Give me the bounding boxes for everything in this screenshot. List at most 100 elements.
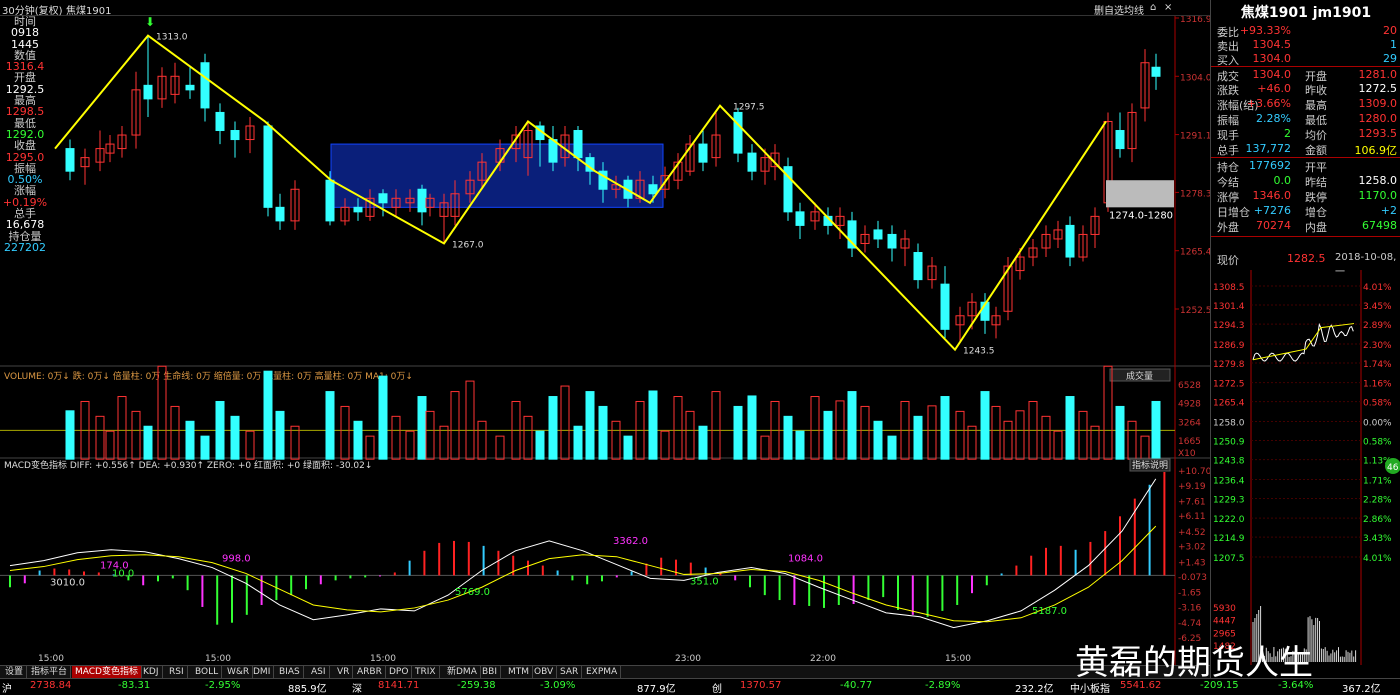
kline-chart[interactable]: 1316.9 1304.0 1291.1 1278.3 1265.4 1252.5 1313… [0,16,1210,665]
quote-row: 持仓 177692 开平 [1215,159,1399,173]
mini-price-line [1253,324,1353,361]
volume-bar [649,391,657,459]
quote-cell: 2 [1284,127,1291,140]
candle-body [379,194,387,203]
mini-pct-label: 3.45% [1363,302,1392,312]
time-tick-label: 22:00 [810,654,836,664]
candle-body [354,207,362,212]
mini-price-label: 1272.5 [1213,380,1245,390]
mini-pct-label: 0.58% [1363,399,1392,409]
mini-pct-label: 2.86% [1363,515,1392,525]
intraday-minichart[interactable]: 1308.5 4.01% 1301.4 3.45% 1294.3 2.89% 1286.9 2… [1211,270,1400,665]
quote-cell: 1258.0 [1359,174,1398,187]
mini-pct-label: 4.01% [1363,554,1392,564]
mini-price-label: 1308.5 [1213,283,1245,293]
status-item: -2.95% [205,680,240,691]
status-item: -83.31 [118,680,150,691]
quote-cell: 20 [1383,24,1397,37]
macd-tick-label: +4.52 [1178,528,1206,538]
volume-bar [171,406,179,459]
mini-price-label: 1222.0 [1213,515,1245,525]
watermark-text: 黄磊的期货人生 [1075,635,1313,684]
macd-tick-label: +9.19 [1178,482,1206,492]
volume-bar [466,381,474,459]
quote-cell: 总手 [1217,142,1239,158]
volume-bar [246,431,254,459]
volume-bar [748,396,756,459]
status-item: 367.2亿 [1342,680,1381,695]
volume-bar [784,416,792,459]
volume-bar [848,392,856,460]
volume-tick-label: 1665 [1178,437,1201,447]
quote-cell: 最低 [1305,112,1327,128]
status-item: 885.9亿 [288,680,327,695]
divider [1211,66,1400,67]
quote-cell: 均价 [1305,127,1327,143]
quote-row: 振幅 2.28% 最低 1280.0 [1215,112,1399,126]
quote-cell: 1280.0 [1359,112,1398,125]
mini-vol-label: 5930 [1213,604,1236,614]
candle-body [1152,67,1160,76]
status-item: 232.2亿 [1015,680,1054,695]
quote-cell: 昨结 [1305,174,1327,190]
remove-favorite-button[interactable]: 删自选 [1094,2,1124,17]
volume-button: 成交量 [1126,370,1153,382]
candle-body [144,85,152,99]
macd-diff-line [10,479,1156,628]
candle-body [699,144,707,162]
quote-row: 涨跌 +46.0 昨收 1272.5 [1215,82,1399,96]
macd-label: 5769.0 [455,587,490,598]
quote-cell: 1272.5 [1359,82,1398,95]
volume-bar [1054,431,1062,459]
price-tick-label: 1304.0 [1180,73,1210,83]
quote-cell: 29 [1383,52,1397,65]
quote-cell: 现手 [1217,127,1239,143]
volume-bar [956,411,964,459]
quote-cell: 67498 [1362,219,1397,232]
volume-bar [186,421,194,459]
quote-cell: 137,772 [1246,142,1292,155]
volume-bar [549,397,557,460]
mini-pct-label: 0.00% [1363,419,1392,429]
volume-tick-label: X10 [1178,449,1196,459]
quote-cell: 1304.0 [1253,52,1292,65]
candle-body [264,126,272,207]
volume-bar [440,426,448,459]
close-icon[interactable]: × [1164,2,1172,13]
volume-bar [524,416,532,459]
macd-label: 998.0 [222,554,251,565]
volume-bar [392,416,400,459]
quote-cell: 昨收 [1305,82,1327,98]
candle-body [941,284,949,329]
volume-bar [661,431,669,459]
quote-cell: 177692 [1249,159,1291,172]
mini-price-label: 1258.0 [1213,419,1245,429]
volume-header: VOLUME: 0万↓ 跌: 0万↓ 倍量柱: 0万 生命线: 0万 缩倍量: … [4,370,413,382]
quote-cell: 涨跌 [1217,82,1239,98]
volume-bar [1016,411,1024,459]
volume-bar [734,406,742,459]
quote-row: 总手 137,772 金额 106.9亿 [1215,142,1399,156]
quote-cell: 涨停 [1217,189,1239,205]
candle-body [796,212,804,226]
volume-bar [1042,416,1050,459]
status-item: 创 [712,680,722,695]
macd-tick-label: +1.43 [1178,558,1206,568]
ma-button[interactable]: 均线 [1124,2,1144,17]
price-tick-label: 1291.1 [1180,132,1210,142]
macd-header: MACD变色指标 DIFF: +0.556↑ DEA: +0.930↑ ZERO… [4,459,372,471]
macd-label: 1084.0 [788,554,823,565]
price-tick-label: 1316.9 [1180,16,1210,25]
candle-body [418,189,426,212]
volume-bar [1116,406,1124,459]
quote-cell: 跌停 [1305,189,1327,205]
status-item: -259.38 [457,680,496,691]
volume-bar [586,392,594,460]
volume-tick-label: 6528 [1178,381,1201,391]
macd-label: 5187.0 [1032,606,1067,617]
volume-bar [612,421,620,459]
status-item: 沪 [2,680,12,695]
volume-bar [66,411,74,459]
quote-row: 今结 0.0 昨结 1258.0 [1215,174,1399,188]
home-icon[interactable]: ⌂ [1150,2,1156,13]
